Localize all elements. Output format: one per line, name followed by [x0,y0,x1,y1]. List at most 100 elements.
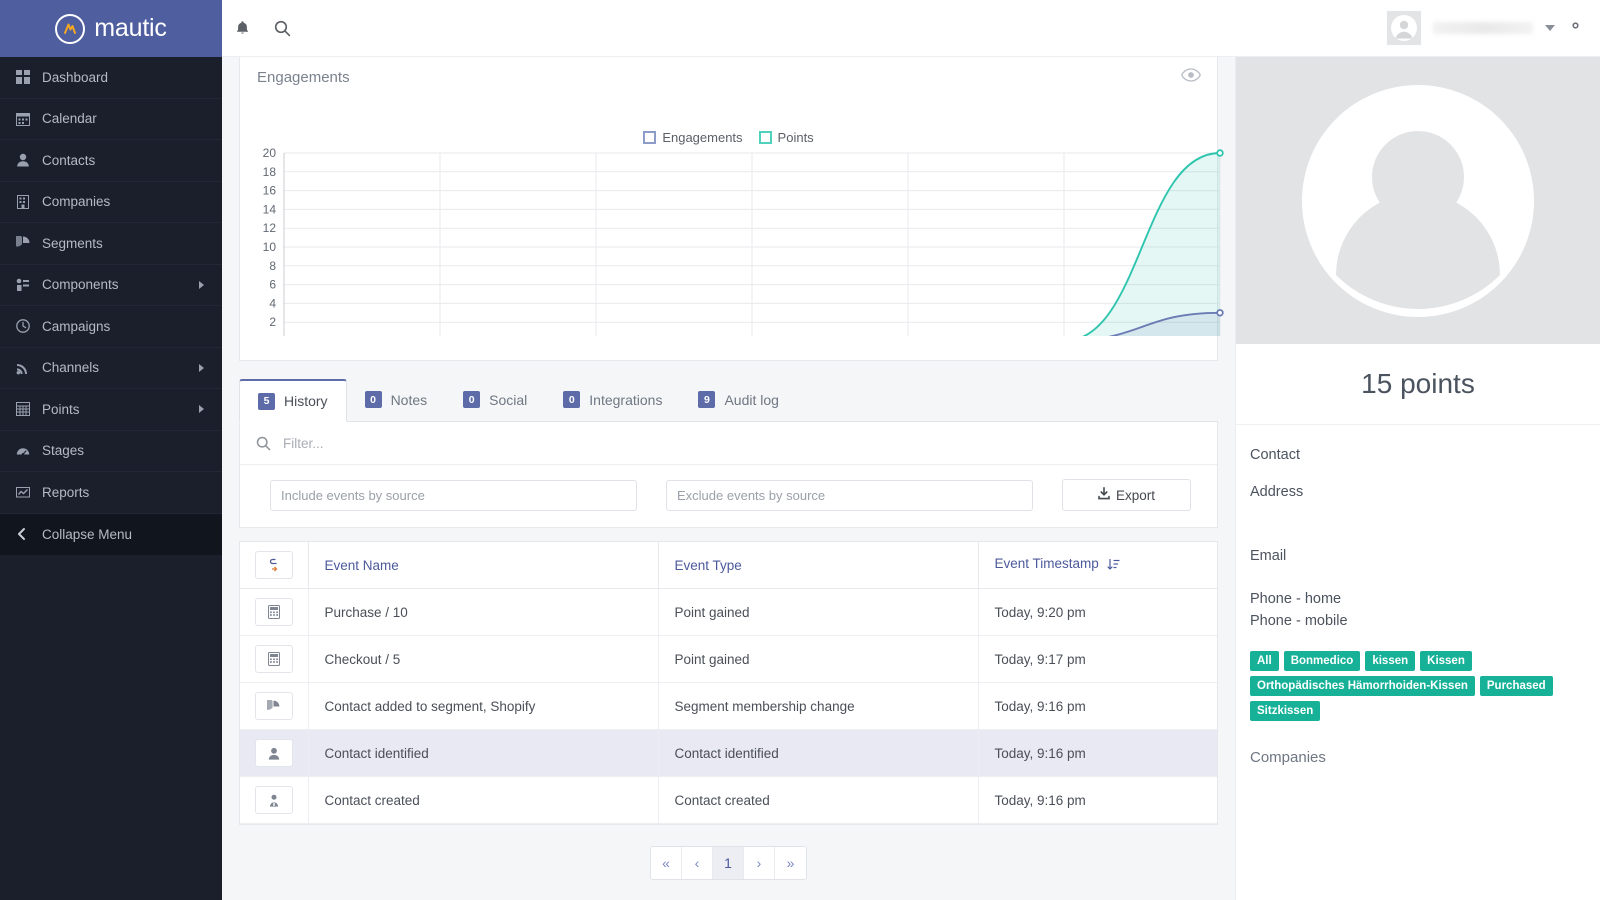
search-input[interactable] [283,435,1201,451]
svg-text:18: 18 [263,165,277,179]
calculator-icon [254,645,293,673]
tab-label: History [284,393,328,409]
row-icon-cell [240,776,309,824]
cell-event-name: Checkout / 5 [308,635,659,683]
events-table: Event Name Event Type Event Timestamp Pu… [240,542,1217,824]
table-row[interactable]: Contact identified Contact identified To… [240,729,1217,777]
tab-social[interactable]: 0 Social [445,378,545,421]
table-header-icon-col [240,542,309,589]
sidebar-item-campaigns[interactable]: Campaigns [0,306,222,348]
sidebar-item-label: Contacts [42,152,96,168]
table-header-event-type[interactable]: Event Type [658,542,979,589]
sidebar-item-components[interactable]: Components [0,265,222,306]
contact-detail-panel: 15 points Contact Address Email Phone - … [1235,57,1600,900]
sidebar-collapse-menu[interactable]: Collapse Menu [0,513,222,555]
contact-avatar [1236,57,1600,344]
search-icon[interactable] [262,0,302,57]
calculator-icon [254,598,293,626]
channels-icon [16,361,42,375]
sidebar-item-reports[interactable]: Reports [0,472,222,514]
field-phone-mobile: Phone - mobile [1250,613,1348,629]
tag-item[interactable]: All [1250,651,1279,671]
svg-text:2: 2 [269,315,276,329]
search-icon [256,436,271,451]
tag-item[interactable]: Purchased [1479,676,1553,696]
eye-icon[interactable] [1181,68,1201,87]
table-row[interactable]: Contact created Contact created Today, 9… [240,776,1217,824]
row-icon-cell [240,729,309,777]
main-content: Engagements Engagements Points 2 4 6 8 1… [222,57,1235,900]
mautic-app-window: mautic Dashboard Calendar Contacts Compa… [0,0,1600,900]
export-button[interactable]: Export [1062,479,1191,511]
events-table-panel: Event Name Event Type Event Timestamp Pu… [239,541,1218,825]
table-row[interactable]: Purchase / 10 Point gained Today, 9:20 p… [240,588,1217,636]
dashboard-icon [16,70,42,85]
table-row[interactable]: Contact added to segment, Shopify Segmen… [240,682,1217,730]
sidebar-item-stages[interactable]: Stages [0,431,222,472]
chevron-down-icon[interactable] [1545,25,1555,31]
pagination-page-1[interactable]: 1 [713,847,744,879]
tab-notes[interactable]: 0 Notes [347,378,446,421]
sidebar-item-calendar[interactable]: Calendar [0,99,222,140]
table-row[interactable]: Checkout / 5 Point gained Today, 9:17 pm [240,635,1217,683]
sidebar-item-label: Components [42,277,119,293]
sidebar-item-contacts[interactable]: Contacts [0,140,222,182]
column-label: Event Name [324,557,399,573]
pagination-first[interactable]: « [651,847,682,879]
svg-text:10: 10 [263,240,277,254]
export-label: Export [1115,487,1156,503]
components-icon [16,278,42,292]
companies-icon [16,194,42,209]
chevron-right-icon [199,363,204,372]
page-title: Engagements [257,69,350,86]
field-contact: Contact [1250,447,1300,463]
sidebar-item-points[interactable]: Points [0,389,222,431]
tag-item[interactable]: kissen [1365,651,1416,671]
exclude-events-input[interactable] [666,479,1033,511]
table-header-event-timestamp[interactable]: Event Timestamp [978,542,1217,589]
contacts-icon [16,153,42,167]
tab-label: Integrations [589,391,663,408]
cell-event-name: Contact identified [308,729,659,777]
pagination-prev[interactable]: ‹ [682,847,713,879]
tag-item[interactable]: Bonmedico [1283,651,1361,671]
sort-descending-icon[interactable] [1106,558,1120,574]
tab-integrations[interactable]: 0 Integrations [545,378,680,421]
tab-badge: 5 [258,392,275,410]
pagination-next[interactable]: › [744,847,775,879]
svg-text:6: 6 [269,278,276,292]
sidebar-item-channels[interactable]: Channels [0,348,222,389]
tag-item[interactable]: Kissen [1420,651,1472,671]
sidebar-item-label: Stages [42,443,85,459]
companies-section-title: Companies [1250,749,1326,766]
pager-group: « ‹ 1 › » [650,846,807,880]
chevron-left-icon [16,527,42,541]
tag-item[interactable]: Orthopädisches Hämorrhoiden-Kissen [1250,676,1475,696]
engagements-chart: Engagements Points 02468101214161820 Nov… [240,86,1224,336]
cell-event-timestamp: Today, 9:17 pm [978,635,1217,683]
include-events-input[interactable] [270,479,637,511]
brand-logo-area[interactable]: mautic [0,0,222,57]
sidebar-item-dashboard[interactable]: Dashboard [0,57,222,99]
bell-icon[interactable] [222,0,262,57]
tag-item[interactable]: Sitzkissen [1250,701,1321,721]
tab-audit-log[interactable]: 9 Audit log [680,378,796,421]
reports-icon [16,485,42,499]
sort-arrow-icon[interactable] [254,551,293,579]
gear-icon[interactable] [1567,17,1584,39]
user-avatar-icon[interactable] [1387,11,1421,45]
stages-icon [16,444,42,458]
sidebar-item-companies[interactable]: Companies [0,182,222,223]
tab-label: Social [489,391,528,408]
sidebar-item-label: Segments [42,235,103,251]
row-icon-cell [240,635,309,683]
tab-label: Notes [390,391,428,408]
topbar-user-area [1387,11,1600,45]
sidebar-item-segments[interactable]: Segments [0,223,222,265]
pagination-last[interactable]: » [775,847,806,879]
table-header-event-name[interactable]: Event Name [308,542,659,589]
tab-badge: 0 [563,391,581,408]
topbar [222,0,1600,57]
cell-event-type: Contact identified [658,729,979,777]
tab-history[interactable]: 5 History [239,379,347,422]
